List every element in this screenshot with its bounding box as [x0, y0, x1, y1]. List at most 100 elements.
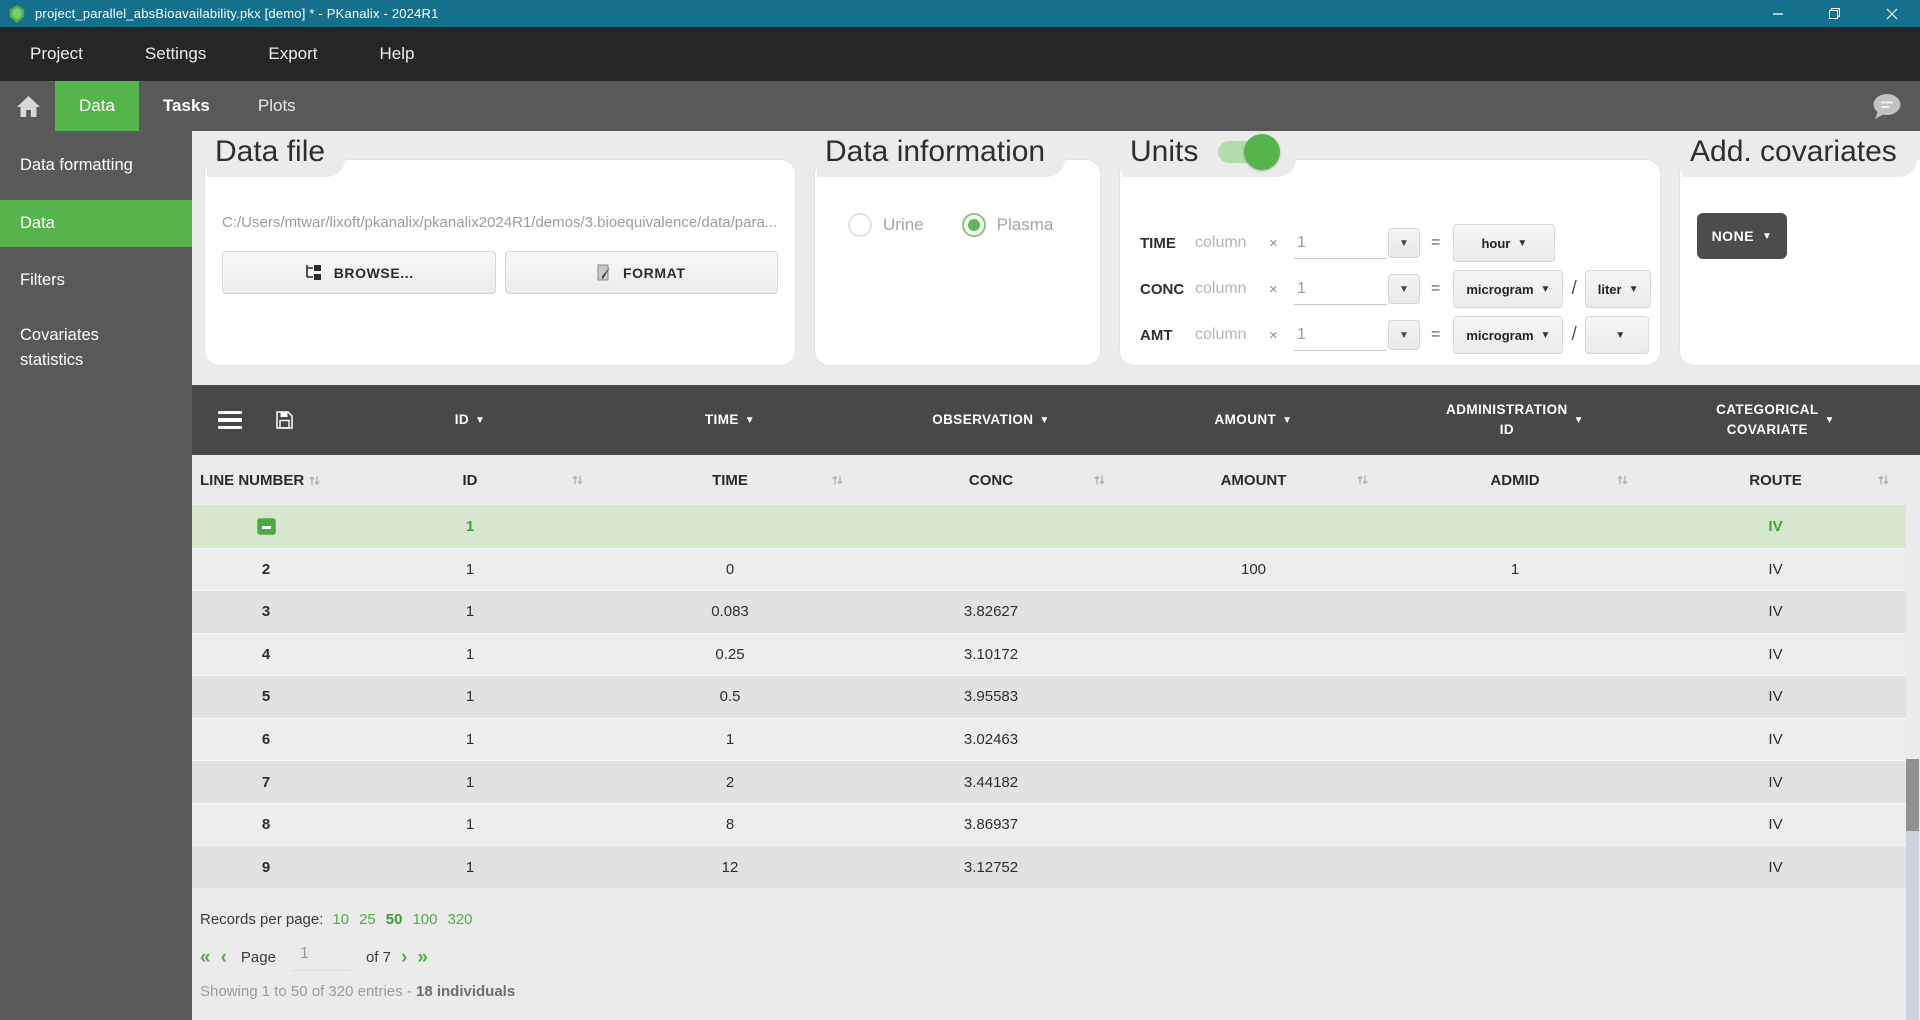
unit-dropdown-hour[interactable]: hour▼	[1453, 224, 1555, 262]
column-type-dropdown-categorical-covariate[interactable]: CATEGORICAL COVARIATE▼	[1645, 400, 1906, 441]
sidebar-item-data-formatting[interactable]: Data formatting	[0, 145, 192, 187]
menu-settings[interactable]: Settings	[145, 44, 206, 64]
table-row-9[interactable]: 91123.12752IV	[192, 845, 1906, 888]
column-header-line-number[interactable]: LINE NUMBER	[192, 472, 340, 489]
records-option-50[interactable]: 50	[386, 911, 403, 928]
sort-icon[interactable]	[571, 474, 584, 487]
cell-id: 1	[340, 518, 600, 535]
tab-tasks[interactable]: Tasks	[139, 81, 234, 131]
denominator-dropdown-empty[interactable]: ▼	[1585, 316, 1649, 354]
collapse-minus-icon[interactable]	[257, 518, 276, 535]
minimize-button[interactable]	[1749, 0, 1806, 27]
sort-icon[interactable]	[308, 474, 321, 487]
factor-dropdown-icon[interactable]: ▼	[1388, 274, 1420, 304]
sidebar-item-covariates-statistics[interactable]: Covariates statistics	[0, 315, 192, 382]
next-page-button[interactable]: ›	[401, 948, 407, 967]
table-body: 1 IV 2101001IV310.0833.82627IV410.253.1017…	[192, 505, 1920, 888]
restore-button[interactable]	[1806, 0, 1863, 27]
sort-icon[interactable]	[831, 474, 844, 487]
records-option-10[interactable]: 10	[332, 911, 349, 928]
tab-data[interactable]: Data	[55, 81, 139, 131]
prev-page-button[interactable]: ‹	[221, 948, 227, 967]
save-icon[interactable]	[276, 411, 293, 429]
column-type-dropdown-time[interactable]: TIME▼	[600, 410, 860, 430]
column-header-route[interactable]: ROUTE	[1645, 472, 1906, 489]
data-table: ID▼TIME▼OBSERVATION▼AMOUNT▼ADMINISTRATIO…	[192, 385, 1920, 888]
table-row-7[interactable]: 7123.44182IV	[192, 760, 1906, 803]
feedback-bubble-icon[interactable]	[1870, 93, 1902, 120]
column-header-time[interactable]: TIME	[600, 472, 860, 489]
multiply-sign: ×	[1269, 327, 1294, 344]
cell-route: IV	[1645, 518, 1906, 535]
window-title: project_parallel_absBioavailability.pkx …	[35, 6, 439, 21]
factor-dropdown-icon[interactable]: ▼	[1388, 228, 1420, 258]
page-label: Page	[241, 949, 276, 966]
column-type-dropdown-observation[interactable]: OBSERVATION▼	[860, 410, 1122, 430]
home-icon[interactable]	[16, 95, 41, 118]
close-button[interactable]	[1863, 0, 1920, 27]
format-button[interactable]: FORMAT	[505, 251, 779, 294]
menu-project[interactable]: Project	[30, 44, 83, 64]
units-toggle[interactable]	[1218, 140, 1276, 164]
cell-route: IV	[1645, 646, 1906, 663]
last-page-button[interactable]: »	[417, 948, 428, 967]
radio-circle[interactable]	[962, 213, 986, 237]
sort-icon[interactable]	[1356, 474, 1369, 487]
sort-icon[interactable]	[1093, 474, 1106, 487]
equals-sign: =	[1431, 280, 1440, 298]
radio-circle[interactable]	[848, 213, 872, 237]
individuals-count: 18 individuals	[416, 983, 515, 1000]
table-row-4[interactable]: 410.253.10172IV	[192, 633, 1906, 676]
column-type-dropdown-administration-id[interactable]: ADMINISTRATION ID▼	[1385, 400, 1645, 441]
sidebar-item-data[interactable]: Data	[0, 200, 192, 248]
sort-icon[interactable]	[1616, 474, 1629, 487]
table-row-3[interactable]: 310.0833.82627IV	[192, 590, 1906, 633]
table-row-6[interactable]: 6113.02463IV	[192, 718, 1906, 761]
radio-urine[interactable]: Urine	[848, 213, 924, 237]
pagination: « ‹ Page 1 of 7 › »	[200, 943, 428, 971]
column-header-admid[interactable]: ADMID	[1385, 472, 1645, 489]
unit-row-conc: CONCcolumn×1▼=microgram▼/liter▼	[1140, 270, 1651, 308]
column-header-label: LINE NUMBER	[200, 472, 304, 489]
column-type-dropdown-amount[interactable]: AMOUNT▼	[1122, 410, 1385, 430]
column-header-amount[interactable]: AMOUNT	[1122, 472, 1385, 489]
browse-button[interactable]: BROWSE...	[222, 251, 496, 294]
unit-dropdown-microgram[interactable]: microgram▼	[1453, 270, 1563, 308]
page-number-input[interactable]: 1	[292, 943, 350, 971]
data-information-heading: Data information	[817, 133, 1065, 177]
divide-sign: /	[1571, 324, 1576, 346]
table-row-8[interactable]: 8183.86937IV	[192, 803, 1906, 846]
column-type-dropdown-id[interactable]: ID▼	[340, 410, 600, 430]
unit-dropdown-microgram[interactable]: microgram▼	[1453, 316, 1563, 354]
table-scrollbar[interactable]	[1906, 759, 1919, 1020]
tab-plots[interactable]: Plots	[234, 81, 320, 131]
sort-icon[interactable]	[1877, 474, 1890, 487]
covariates-none-dropdown[interactable]: NONE▼	[1697, 213, 1787, 259]
table-row-2[interactable]: 2101001IV	[192, 548, 1906, 591]
unit-factor-input[interactable]: 1	[1294, 273, 1387, 305]
column-header-conc[interactable]: CONC	[860, 472, 1122, 489]
table-row-1[interactable]: 1 IV	[192, 505, 1906, 548]
radio-label: Plasma	[997, 215, 1054, 235]
table-menu-icon[interactable]	[218, 411, 242, 430]
menu-help[interactable]: Help	[380, 44, 415, 64]
records-option-25[interactable]: 25	[359, 911, 376, 928]
scrollbar-thumb[interactable]	[1906, 759, 1919, 831]
main-content: Data file C:/Users/mtwar/lixoft/pkanalix…	[192, 131, 1920, 1020]
sidebar-item-filters[interactable]: Filters	[0, 260, 192, 302]
table-toolbar-icons	[192, 411, 340, 430]
records-option-100[interactable]: 100	[412, 911, 437, 928]
column-header-id[interactable]: ID	[340, 472, 600, 489]
showing-entries-text: Showing 1 to 50 of 320 entries - 18 indi…	[200, 983, 515, 1000]
factor-dropdown-icon[interactable]: ▼	[1388, 320, 1420, 350]
denominator-dropdown-liter[interactable]: liter▼	[1585, 270, 1652, 308]
table-row-5[interactable]: 510.53.95583IV	[192, 675, 1906, 718]
unit-factor-input[interactable]: 1	[1294, 319, 1387, 351]
radio-plasma[interactable]: Plasma	[962, 213, 1054, 237]
first-page-button[interactable]: «	[200, 948, 211, 967]
cell-time: 0.083	[600, 603, 860, 620]
unit-factor-input[interactable]: 1	[1294, 227, 1387, 259]
menu-export[interactable]: Export	[268, 44, 317, 64]
add-covariates-card: NONE▼	[1680, 160, 1920, 365]
records-option-320[interactable]: 320	[448, 911, 473, 928]
